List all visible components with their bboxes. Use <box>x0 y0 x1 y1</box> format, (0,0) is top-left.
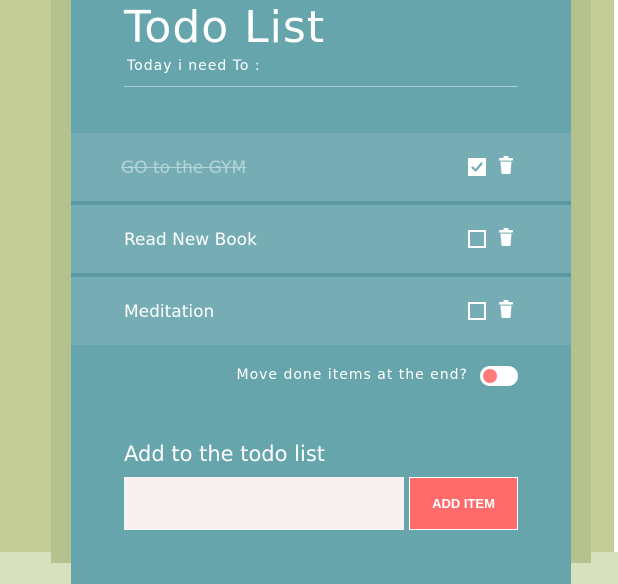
page-title: Todo List <box>124 2 326 53</box>
empty-box-icon[interactable] <box>468 302 486 320</box>
trash-icon[interactable] <box>499 156 513 178</box>
checked-box-icon[interactable] <box>468 158 486 176</box>
todo-list: GO to the GYM Read New Book Meditation <box>71 133 571 345</box>
move-done-toggle[interactable] <box>480 366 518 386</box>
move-done-label: Move done items at the end? <box>236 367 468 383</box>
title-divider <box>124 86 518 87</box>
move-done-setting: Move done items at the end? <box>71 364 571 388</box>
todo-card: Todo List Today i need To : GO to the GY… <box>71 0 571 584</box>
trash-icon[interactable] <box>499 228 513 250</box>
toggle-knob[interactable] <box>483 369 497 383</box>
add-item-button[interactable]: ADD ITEM <box>409 477 518 530</box>
empty-box-icon[interactable] <box>468 230 486 248</box>
todo-item: GO to the GYM <box>71 133 571 205</box>
todo-item: Meditation <box>71 277 571 345</box>
todo-item-text[interactable]: GO to the GYM <box>117 157 250 179</box>
page-edge-strip <box>614 0 618 584</box>
todo-item-text[interactable]: Meditation <box>124 301 214 323</box>
page-subtitle: Today i need To : <box>127 58 261 74</box>
new-todo-input[interactable] <box>124 477 404 530</box>
todo-item-text[interactable]: Read New Book <box>124 229 257 251</box>
add-todo-heading: Add to the todo list <box>124 442 326 466</box>
todo-item: Read New Book <box>71 205 571 277</box>
trash-icon[interactable] <box>499 300 513 322</box>
